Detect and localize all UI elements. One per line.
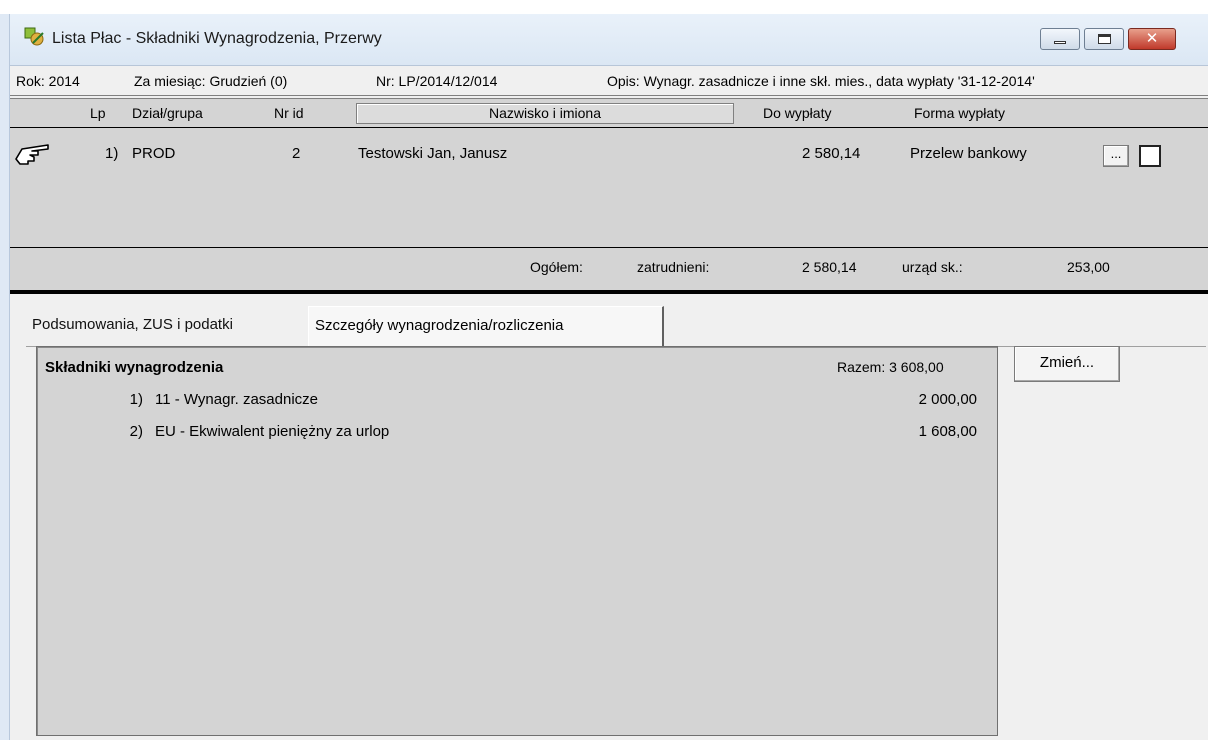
summary-separator — [10, 247, 1208, 248]
header-nrid[interactable]: Nr id — [274, 105, 304, 121]
summary-zatrudnieni-value: 2 580,14 — [802, 259, 857, 275]
payroll-app-icon — [24, 27, 44, 46]
info-rok: Rok: 2014 — [16, 73, 80, 89]
payroll-window: Lista Płac - Składniki Wynagrodzenia, Pr… — [10, 14, 1208, 740]
maximize-button[interactable] — [1084, 28, 1124, 50]
item-value: 1 608,00 — [918, 423, 977, 440]
item-value: 2 000,00 — [918, 391, 977, 408]
cell-nrid: 2 — [292, 145, 301, 162]
payment-details-button[interactable]: ... — [1103, 145, 1129, 167]
header-do-wyplaty[interactable]: Do wypłaty — [763, 105, 831, 121]
close-icon: ✕ — [1145, 30, 1159, 47]
info-opis: Opis: Wynagr. zasadnicze i inne skł. mie… — [607, 73, 1035, 89]
minimize-button[interactable] — [1040, 28, 1080, 50]
header-forma[interactable]: Forma wypłaty — [914, 105, 1005, 121]
employee-grid: Lp Dział/grupa Nr id Nazwisko i imiona D… — [10, 98, 1208, 294]
cell-dzial: PROD — [132, 145, 176, 162]
item-name: EU - Ekwiwalent pieniężny za urlop — [155, 423, 390, 440]
salary-components-panel: Składniki wynagrodzenia Razem: 3 608,00 … — [36, 346, 998, 736]
summary-label: Ogółem: — [530, 259, 583, 275]
summary-zatrudnieni-label: zatrudnieni: — [637, 259, 710, 275]
close-button[interactable]: ✕ — [1128, 28, 1176, 50]
tab-podsumowania[interactable]: Podsumowania, ZUS i podatki — [26, 306, 308, 346]
cell-do-wyplaty: 2 580,14 — [802, 145, 861, 162]
item-index: 1) — [129, 391, 143, 408]
info-nr: Nr: LP/2014/12/014 — [376, 73, 498, 89]
window-title: Lista Płac - Składniki Wynagrodzenia, Pr… — [52, 30, 382, 47]
summary-urzad-value: 253,00 — [1067, 259, 1110, 275]
info-miesiac: Za miesiąc: Grudzień (0) — [134, 73, 288, 89]
zmien-button[interactable]: Zmień... — [1014, 346, 1120, 382]
summary-urzad-label: urząd sk.: — [902, 259, 963, 275]
cell-lp: 1) — [105, 145, 119, 162]
row-checkbox[interactable] — [1139, 145, 1161, 167]
screen-top-strip — [0, 0, 1208, 14]
header-lp[interactable]: Lp — [90, 105, 106, 121]
tab-szczegoly[interactable]: Szczegóły wynagrodzenia/rozliczenia — [308, 306, 664, 346]
item-index: 2) — [129, 423, 143, 440]
header-nazwisko[interactable]: Nazwisko i imiona — [356, 103, 734, 124]
minimize-icon — [1054, 41, 1066, 44]
cell-forma: Przelew bankowy — [910, 145, 1027, 162]
panel-heading: Składniki wynagrodzenia — [45, 359, 224, 376]
maximize-icon — [1098, 34, 1111, 44]
desktop-left-edge — [0, 14, 10, 740]
payroll-info-row: Rok: 2014 Za miesiąc: Grudzień (0) Nr: L… — [10, 66, 1208, 96]
current-row-pointer-icon — [15, 144, 49, 165]
panel-total: Razem: 3 608,00 — [837, 359, 944, 375]
item-name: 11 - Wynagr. zasadnicze — [155, 391, 319, 408]
cell-nazwisko: Testowski Jan, Janusz — [358, 145, 508, 162]
title-bar[interactable]: Lista Płac - Składniki Wynagrodzenia, Pr… — [10, 14, 1208, 66]
header-separator — [10, 127, 1208, 128]
header-dzial[interactable]: Dział/grupa — [132, 105, 203, 121]
